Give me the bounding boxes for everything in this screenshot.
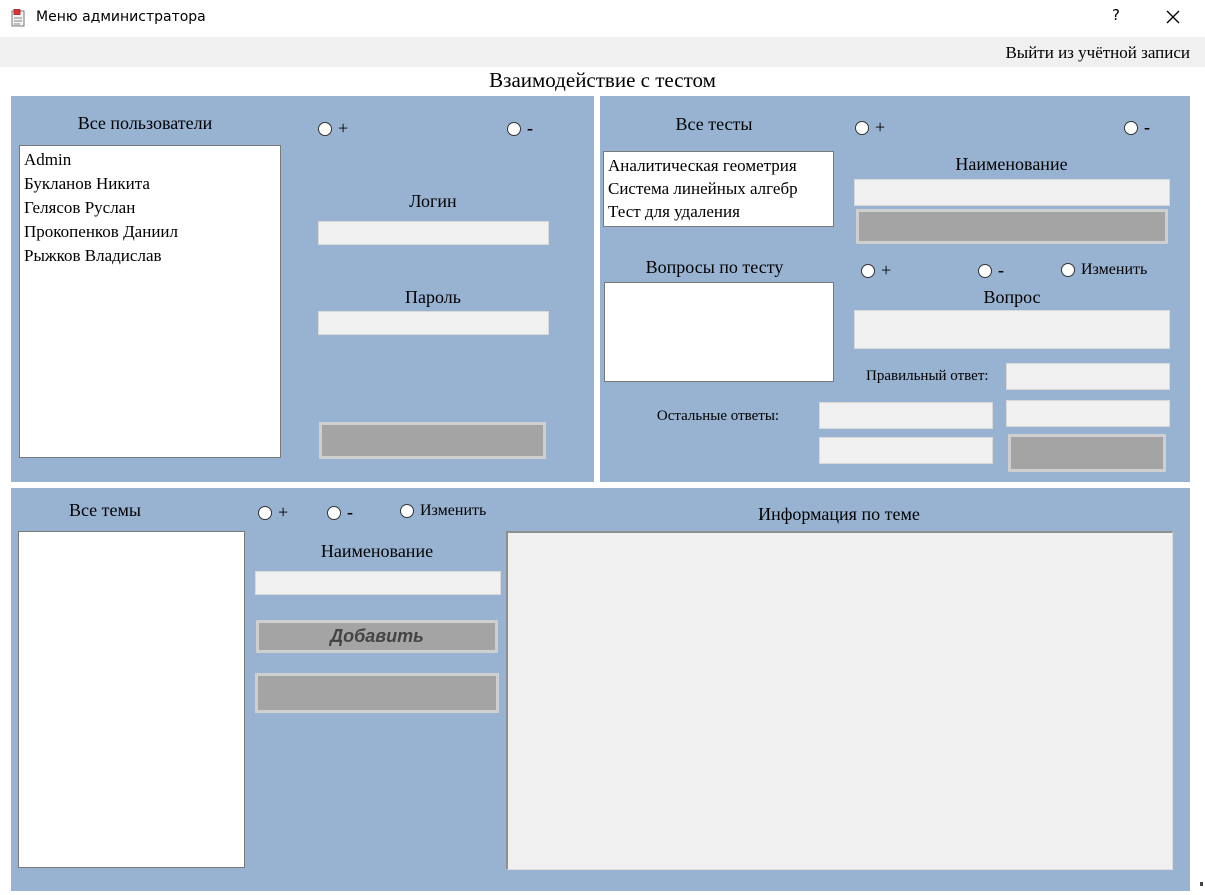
users-listbox[interactable]: Admin Букланов Никита Гелясов Руслан Про…: [19, 145, 281, 458]
radio-circle-icon: [318, 121, 332, 136]
help-button[interactable]: ?: [1108, 6, 1124, 28]
topic-name-field[interactable]: [255, 571, 501, 595]
question-remove-radio[interactable]: -: [978, 260, 1004, 281]
user-remove-radio-label: -: [527, 118, 533, 138]
topic-info-label: Информация по теме: [758, 504, 920, 524]
question-label: Вопрос: [983, 287, 1041, 307]
list-item[interactable]: Система линейных алгебр: [608, 177, 829, 200]
radio-circle-icon: [1061, 263, 1075, 277]
close-icon[interactable]: [1162, 6, 1184, 28]
test-action-button[interactable]: [856, 209, 1168, 244]
window-title: Меню администратора: [36, 9, 206, 25]
radio-circle-icon: [258, 505, 272, 520]
test-add-radio-label: +: [875, 117, 886, 137]
list-item[interactable]: Прокопенков Даниил: [24, 220, 276, 244]
tests-listbox[interactable]: Аналитическая геометрия Система линейных…: [603, 151, 834, 227]
topic-edit-radio[interactable]: Изменить: [400, 502, 486, 520]
correct-answer-field[interactable]: [1006, 363, 1170, 390]
topics-listbox[interactable]: [18, 531, 245, 868]
question-add-radio-label: +: [881, 260, 892, 280]
topic-remove-radio[interactable]: -: [327, 502, 353, 523]
topic-info-textarea[interactable]: [506, 531, 1173, 870]
radio-circle-icon: [327, 505, 341, 520]
question-action-button[interactable]: [1008, 434, 1166, 472]
test-add-radio[interactable]: +: [855, 117, 885, 138]
app-document-icon: [11, 9, 25, 27]
list-item[interactable]: Гелясов Руслан: [24, 196, 276, 220]
password-field[interactable]: [318, 311, 549, 335]
radio-circle-icon: [1124, 120, 1138, 135]
add-topic-button-label: Добавить: [330, 626, 424, 646]
radio-circle-icon: [978, 263, 992, 278]
list-item[interactable]: Букланов Никита: [24, 172, 276, 196]
page-title: Взаимодействие с тестом: [489, 68, 716, 92]
list-item[interactable]: Admin: [24, 148, 276, 172]
topic-remove-radio-label: -: [347, 502, 353, 522]
radio-circle-icon: [855, 120, 869, 135]
user-remove-radio[interactable]: -: [507, 118, 533, 139]
tests-list-label: Все тесты: [675, 114, 753, 134]
login-label: Логин: [409, 191, 457, 211]
topics-list-label: Все темы: [68, 500, 142, 520]
other-answer-field-1[interactable]: [819, 402, 993, 429]
list-item[interactable]: Тест для удаления: [608, 200, 829, 223]
question-edit-radio[interactable]: Изменить: [1061, 261, 1147, 279]
test-name-field[interactable]: [854, 179, 1170, 206]
topic-add-radio-label: +: [278, 502, 289, 522]
password-label: Пароль: [405, 287, 461, 307]
question-field[interactable]: [854, 310, 1170, 349]
topic-edit-radio-label: Изменить: [420, 502, 487, 519]
list-item[interactable]: Рыжков Владислав: [24, 244, 276, 268]
test-remove-radio-label: -: [1144, 117, 1150, 137]
resize-grip-icon: [1200, 882, 1203, 886]
question-add-radio[interactable]: +: [861, 260, 891, 281]
list-item[interactable]: Аналитическая геометрия: [608, 154, 829, 177]
other-answer-field-3[interactable]: [819, 437, 993, 464]
correct-answer-label: Правильный ответ:: [866, 368, 989, 384]
question-edit-radio-label: Изменить: [1081, 261, 1148, 278]
test-name-label: Наименование: [955, 154, 1068, 174]
questions-label: Вопросы по тесту: [645, 257, 784, 277]
login-field[interactable]: [318, 221, 549, 245]
questions-listbox[interactable]: [604, 282, 834, 382]
topic-add-radio[interactable]: +: [258, 502, 288, 523]
user-add-radio-label: +: [338, 118, 349, 138]
topic-name-label: Наименование: [320, 541, 434, 561]
radio-circle-icon: [507, 121, 521, 136]
other-answers-label: Остальные ответы:: [656, 408, 780, 424]
radio-circle-icon: [861, 263, 875, 278]
users-list-label: Все пользователи: [77, 113, 213, 133]
logout-link[interactable]: Выйти из учётной записи: [1005, 43, 1190, 63]
radio-circle-icon: [400, 504, 414, 518]
user-add-radio[interactable]: +: [318, 118, 348, 139]
other-answer-field-2[interactable]: [1006, 400, 1170, 427]
test-remove-radio[interactable]: -: [1124, 117, 1150, 138]
topic-action-button[interactable]: [255, 673, 499, 713]
user-action-button[interactable]: [319, 422, 546, 459]
add-topic-button[interactable]: Добавить: [256, 620, 498, 653]
question-remove-radio-label: -: [998, 260, 1004, 280]
